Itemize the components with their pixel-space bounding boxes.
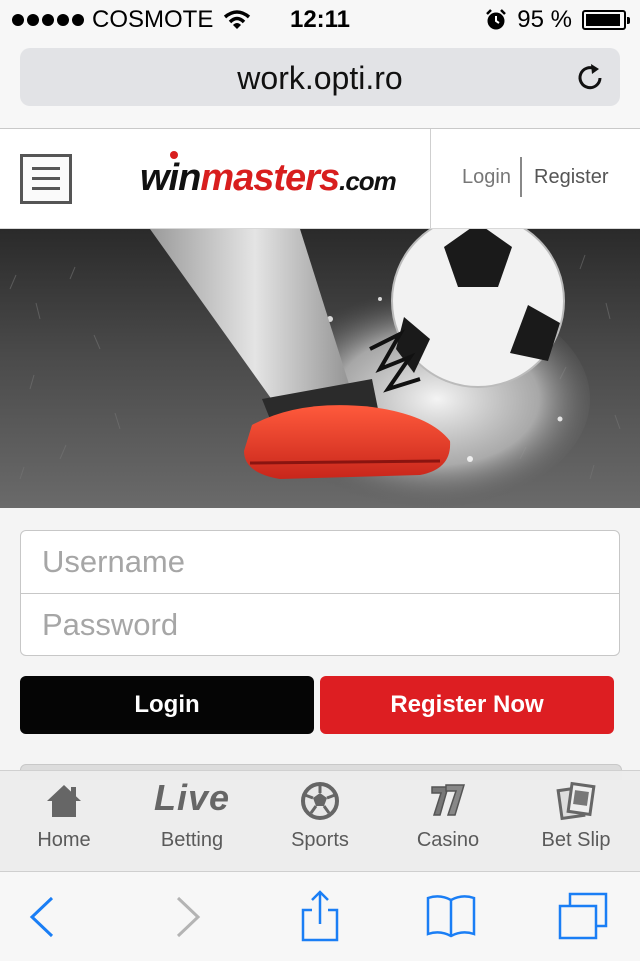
nav-label-casino: Casino (416, 829, 480, 851)
battery-percent: 95 % (517, 6, 572, 33)
soccer-ball-icon (301, 782, 339, 820)
url-text[interactable]: work.opti.ro (20, 60, 620, 97)
nav-item-bet-slip[interactable]: Bet Slip (512, 771, 640, 872)
header-link-separator (520, 157, 522, 197)
address-bar[interactable]: work.opti.ro (20, 48, 620, 106)
login-button[interactable]: Login (20, 676, 314, 734)
header-register-link[interactable]: Register (534, 166, 608, 189)
login-form: Login Register Now (0, 508, 640, 780)
header-divider (430, 129, 431, 228)
nav-item-sports[interactable]: Sports (256, 771, 384, 872)
app-bottom-nav: Home Live Betting Sports Casino Bet Slip (0, 770, 640, 872)
username-input[interactable] (21, 531, 619, 593)
reload-icon[interactable] (576, 62, 606, 92)
alarm-clock-icon (486, 9, 507, 30)
logo-part-win: win (140, 157, 201, 199)
password-row (21, 594, 619, 656)
hamburger-menu-icon[interactable] (20, 154, 72, 204)
nav-label-bet-slip: Bet Slip (541, 829, 611, 851)
site-header: winmasters.com Login Register (0, 129, 640, 229)
hero-banner (0, 229, 640, 508)
credentials-group (20, 530, 620, 656)
share-icon[interactable] (293, 890, 347, 944)
register-now-button[interactable]: Register Now (320, 676, 614, 734)
nav-item-live-betting[interactable]: Live Betting (128, 771, 256, 872)
nav-label-betting: Betting (160, 829, 224, 851)
home-icon (47, 785, 81, 817)
browser-address-area: work.opti.ro (0, 40, 640, 129)
logo-dot (170, 151, 178, 159)
nav-label-sports: Sports (291, 829, 349, 851)
status-bar: COSMOTE 12:11 95 % (0, 0, 640, 40)
live-icon: Live (153, 777, 231, 818)
nav-item-home[interactable]: Home (0, 771, 128, 872)
forward-arrow-icon[interactable] (160, 890, 214, 944)
back-arrow-icon[interactable] (16, 890, 70, 944)
bet-slip-icon (556, 781, 596, 821)
status-right: 95 % (485, 6, 630, 34)
casino-sevens-icon (431, 784, 466, 816)
battery-level (586, 14, 621, 26)
nav-item-casino[interactable]: Casino (384, 771, 512, 872)
winmasters-logo[interactable]: winmasters.com (140, 151, 397, 200)
username-row (21, 531, 619, 593)
battery-icon (582, 10, 630, 30)
tabs-icon[interactable] (556, 890, 610, 944)
browser-toolbar (0, 871, 640, 961)
nav-label-home: Home (37, 829, 91, 851)
football-kick-illustration (0, 229, 640, 508)
password-input[interactable] (21, 594, 619, 656)
logo-part-masters: masters (200, 157, 340, 199)
logo-part-dotcom: .com (339, 166, 397, 196)
header-login-link[interactable]: Login (462, 166, 511, 189)
bookmarks-icon[interactable] (424, 890, 478, 944)
